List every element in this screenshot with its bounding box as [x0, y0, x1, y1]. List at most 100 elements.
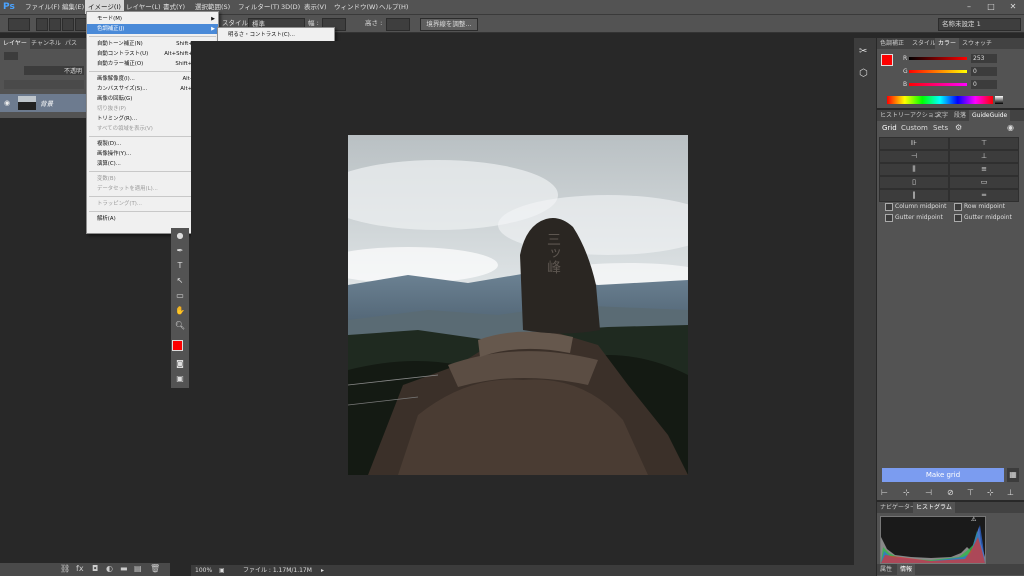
layers-panel: レイヤー チャンネル パス 不透明 ◉ 背景 [0, 38, 86, 118]
new-layer-icon[interactable]: ▤ [134, 564, 142, 573]
tab-properties[interactable]: 属性 [877, 564, 895, 575]
hand-tool-icon[interactable]: ✋ [174, 305, 186, 317]
make-grid-button[interactable]: Make grid [882, 468, 1004, 482]
guide-left-icon[interactable]: ⊢ [881, 488, 888, 497]
document-image[interactable]: 三ッ峰 [348, 135, 688, 475]
image-menu-item-label: トラッピング(T)... [97, 201, 142, 207]
tab-adjustments[interactable]: 色調補正 [877, 38, 907, 49]
left-margin-field[interactable]: ⊪ [879, 137, 949, 150]
columns-field[interactable]: ⫼ [879, 163, 949, 176]
tab-swatches[interactable]: スウォッチ [959, 38, 995, 49]
zoom-tool-icon[interactable]: ● [174, 230, 186, 242]
image-menu-item-label: カンバスサイズ(S)... [97, 86, 148, 92]
tab-channels[interactable]: チャンネル [28, 38, 64, 49]
row-midpoint-checkbox[interactable] [954, 203, 962, 211]
maximize-icon[interactable]: □ [980, 0, 1002, 14]
column-gutter-midpoint-label: Gutter midpoint [895, 214, 943, 221]
guide-right-icon[interactable]: ⊣ [925, 488, 932, 497]
tab-layers[interactable]: レイヤー [0, 38, 30, 49]
tab-histogram[interactable]: ヒストグラム [913, 502, 955, 513]
row-height-field[interactable]: ▭ [949, 176, 1019, 189]
channel-b-slider[interactable] [909, 83, 967, 86]
layer-filter[interactable] [4, 52, 18, 60]
menu-help[interactable]: ヘルプ(H) [376, 0, 411, 14]
layer-mask-icon[interactable]: ◘ [92, 564, 98, 573]
column-gutter-midpoint-checkbox[interactable] [885, 214, 893, 222]
status-menu-arrow-icon[interactable]: ▸ [321, 565, 324, 576]
layer-style-icon[interactable]: fx [76, 564, 84, 573]
menu-view[interactable]: 表示(V) [301, 0, 330, 14]
subtract-selection-icon[interactable] [62, 18, 74, 31]
link-layers-icon[interactable]: ⛓ [60, 564, 70, 573]
rectangle-tool-icon[interactable]: ▭ [174, 290, 186, 302]
marquee-preset-icon[interactable] [8, 18, 30, 31]
new-selection-icon[interactable] [36, 18, 48, 31]
grayscale-ramp[interactable] [995, 96, 1003, 104]
rows-field[interactable]: ≡ [949, 163, 1019, 176]
group-folder-icon[interactable]: ▬ [120, 564, 128, 573]
menu-edit[interactable]: 編集(E) [59, 0, 87, 14]
guide-top-icon[interactable]: ⊤ [967, 488, 974, 497]
menu-file[interactable]: ファイル(F) [22, 0, 63, 14]
guide-center-v-icon[interactable]: ⊹ [903, 488, 910, 497]
image-menu-item[interactable]: 色調補正(J) ▶ [87, 24, 218, 34]
color-spectrum-ramp[interactable] [887, 96, 993, 104]
refine-edge-button[interactable]: 境界線を調整... [420, 18, 478, 31]
channel-b-input[interactable]: 0 [971, 80, 997, 89]
visibility-eye-icon[interactable]: ◉ [1007, 123, 1014, 132]
grid-notation-icon[interactable]: ▦ [1007, 468, 1019, 482]
row-gutter-midpoint-checkbox[interactable] [954, 214, 962, 222]
adjust-menu-item[interactable]: 明るさ・コントラスト(C)... [218, 30, 334, 40]
tab-character[interactable]: 文字 [933, 110, 951, 121]
subtab-grid[interactable]: Grid [882, 124, 897, 132]
subtab-custom[interactable]: Custom [901, 124, 928, 132]
image-menu-item[interactable]: モード(M) ▶ [87, 14, 218, 24]
minimize-icon[interactable]: – [958, 0, 980, 14]
height-input[interactable] [386, 18, 410, 31]
foreground-color-swatch[interactable] [172, 340, 183, 351]
guide-bottom-icon[interactable]: ⊥ [1007, 488, 1014, 497]
bottom-margin-field[interactable]: ⊥ [949, 150, 1019, 163]
delete-layer-icon[interactable]: 🗑︎ [150, 564, 160, 573]
zoom-level[interactable]: 100% [195, 565, 212, 576]
tab-guideguide[interactable]: GuideGuide [969, 110, 1011, 121]
workspace-select[interactable]: 名称未設定 1 [938, 18, 1021, 31]
right-margin-field[interactable]: ⊣ [879, 150, 949, 163]
close-icon[interactable]: ✕ [1002, 0, 1024, 14]
subtab-sets[interactable]: Sets [933, 124, 948, 132]
3d-cube-icon[interactable]: ⬡ [859, 68, 868, 79]
channel-g-input[interactable]: 0 [971, 67, 997, 76]
column-gutter-field[interactable]: ‖ [879, 189, 949, 202]
type-tool-icon[interactable]: T [174, 260, 186, 272]
menu-window[interactable]: ウィンドウ(W) [331, 0, 381, 14]
tab-info[interactable]: 情報 [897, 564, 916, 575]
channel-r-slider[interactable] [909, 57, 967, 60]
top-margin-field[interactable]: ⊤ [949, 137, 1019, 150]
image-menu-item-label: 演算(C)... [97, 161, 121, 167]
tools-icon[interactable]: ✂ [859, 46, 867, 57]
menu-3d[interactable]: 3D(D) [278, 0, 303, 14]
path-selection-icon[interactable]: ↖ [174, 275, 186, 287]
menu-filter[interactable]: フィルター(T) [235, 0, 282, 14]
tab-paths[interactable]: パス [62, 38, 80, 49]
tab-color[interactable]: カラー [935, 38, 960, 49]
column-midpoint-checkbox[interactable] [885, 203, 893, 211]
channel-g-slider[interactable] [909, 70, 967, 73]
channel-r-input[interactable]: 253 [971, 54, 997, 63]
tab-paragraph[interactable]: 段落 [951, 110, 969, 121]
zoom-icon[interactable]: 🔍︎ [174, 320, 186, 332]
visibility-eye-icon[interactable]: ◉ [4, 99, 10, 107]
adjustment-layer-icon[interactable]: ◐ [106, 564, 113, 573]
screen-mode-icon[interactable]: ▣ [174, 373, 186, 385]
row-gutter-field[interactable]: ═ [949, 189, 1019, 202]
guide-center-h-icon[interactable]: ⊹ [987, 488, 994, 497]
column-width-field[interactable]: ▯ [879, 176, 949, 189]
fg-color-chip[interactable] [881, 54, 893, 66]
image-menu-item-label: 複製(D)... [97, 141, 122, 147]
add-selection-icon[interactable] [49, 18, 61, 31]
clear-guides-icon[interactable]: ⊘ [947, 488, 954, 497]
settings-gear-icon[interactable]: ⚙ [955, 123, 962, 132]
pen-tool-icon[interactable]: ✒ [174, 245, 186, 257]
layer-row[interactable]: ◉ 背景 [0, 94, 86, 112]
quick-mask-icon[interactable]: ◙ [174, 358, 186, 370]
